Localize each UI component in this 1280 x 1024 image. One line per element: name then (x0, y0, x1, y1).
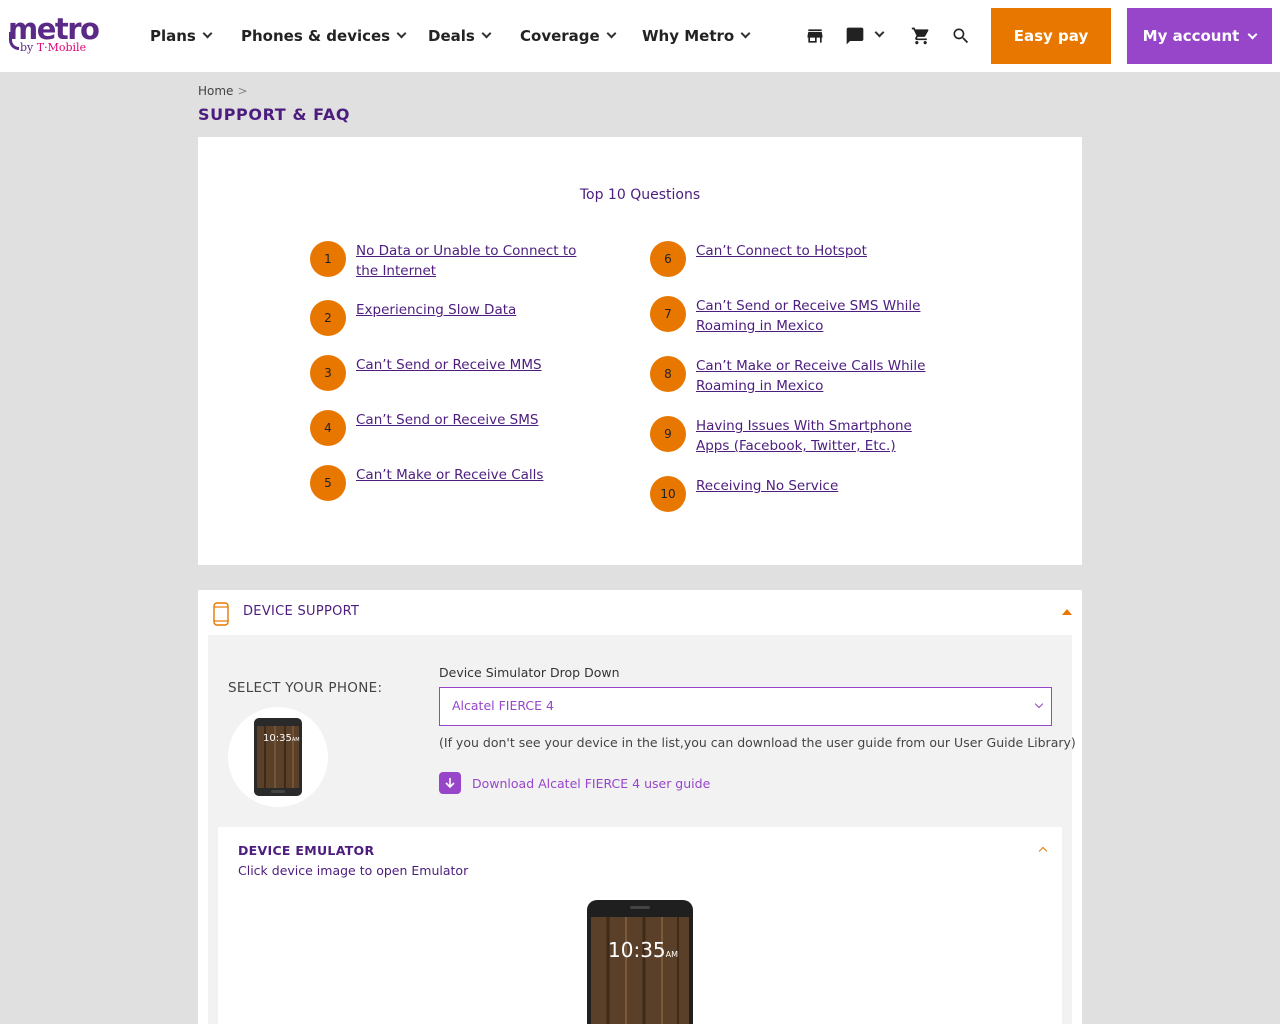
faq-number-badge: 6 (650, 241, 686, 277)
faq-number-badge: 5 (310, 465, 346, 501)
logo-subbrand: by T·Mobile (20, 41, 87, 54)
faq-item-10: 10 Receiving No Service (650, 476, 930, 512)
phone-image: 10:35AM (254, 718, 302, 796)
chevron-down-icon (606, 28, 617, 39)
faq-item-7: 7 Can’t Send or Receive SMS While Roamin… (650, 296, 930, 336)
device-select-dropdown[interactable]: Alcatel FIERCE 4 (439, 687, 1052, 726)
site-header: metro by T·Mobile Plans Phones & devices… (0, 0, 1280, 72)
device-emulator-card: DEVICE EMULATOR Click device image to op… (218, 827, 1062, 1024)
faq-number-badge: 10 (650, 476, 686, 512)
emulator-instruction: Click device image to open Emulator (238, 863, 469, 878)
easy-pay-button[interactable]: Easy pay (991, 8, 1111, 64)
faq-link[interactable]: Can’t Connect to Hotspot (696, 241, 867, 261)
faq-item-1: 1 No Data or Unable to Connect to the In… (310, 241, 590, 281)
page-title: SUPPORT & FAQ (198, 105, 351, 124)
download-icon (439, 772, 461, 794)
emulator-phone-image[interactable]: 10:35AM (586, 899, 694, 1024)
nav-why-metro[interactable]: Why Metro (642, 0, 751, 72)
nav-coverage[interactable]: Coverage (520, 0, 617, 72)
user-guide-note: (If you don't see your device in the lis… (439, 735, 1076, 750)
faq-item-3: 3 Can’t Send or Receive MMS (310, 355, 590, 391)
top-questions-card: Top 10 Questions 1 No Data or Unable to … (198, 137, 1082, 565)
faq-number-badge: 9 (650, 416, 686, 452)
faq-item-9: 9 Having Issues With Smartphone Apps (Fa… (650, 416, 930, 456)
faq-link[interactable]: Can’t Send or Receive SMS (356, 410, 538, 430)
chat-icon[interactable] (845, 26, 865, 46)
chevron-down-icon (202, 28, 213, 39)
faq-number-badge: 7 (650, 296, 686, 332)
my-account-button[interactable]: My account (1127, 8, 1272, 64)
device-support-card: DEVICE SUPPORT SELECT YOUR PHONE: 10:35A… (198, 590, 1082, 1024)
chevron-down-icon (740, 28, 751, 39)
breadcrumb-home[interactable]: Home (198, 84, 233, 98)
faq-number-badge: 3 (310, 355, 346, 391)
nav-deals[interactable]: Deals (428, 0, 492, 72)
chevron-down-icon[interactable] (874, 27, 885, 38)
chevron-down-icon (396, 28, 407, 39)
faq-link[interactable]: Can’t Send or Receive SMS While Roaming … (696, 296, 930, 336)
faq-number-badge: 2 (310, 300, 346, 336)
phone-icon (213, 602, 229, 626)
download-user-guide-link[interactable]: Download Alcatel FIERCE 4 user guide (439, 772, 710, 794)
search-icon[interactable] (951, 26, 971, 46)
faq-link[interactable]: No Data or Unable to Connect to the Inte… (356, 241, 590, 281)
faq-link[interactable]: Having Issues With Smartphone Apps (Face… (696, 416, 930, 456)
chevron-down-icon (1034, 699, 1044, 709)
device-support-title[interactable]: DEVICE SUPPORT (243, 604, 359, 619)
faq-link[interactable]: Can’t Send or Receive MMS (356, 355, 542, 375)
select-phone-label: SELECT YOUR PHONE: (228, 680, 383, 696)
device-emulator-title[interactable]: DEVICE EMULATOR (238, 843, 374, 858)
nav-phones-devices[interactable]: Phones & devices (241, 0, 407, 72)
faq-number-badge: 8 (650, 356, 686, 392)
logo-wordmark: metro (8, 12, 100, 46)
faq-item-4: 4 Can’t Send or Receive SMS (310, 410, 590, 446)
metro-logo[interactable]: metro by T·Mobile (8, 14, 104, 58)
faq-number-badge: 1 (310, 241, 346, 277)
faq-item-2: 2 Experiencing Slow Data (310, 300, 590, 336)
device-support-panel: SELECT YOUR PHONE: 10:35AM Device Simula… (208, 635, 1076, 1024)
faq-link[interactable]: Receiving No Service (696, 476, 838, 496)
cart-icon[interactable] (911, 26, 931, 46)
faq-item-8: 8 Can’t Make or Receive Calls While Roam… (650, 356, 930, 396)
faq-link[interactable]: Can’t Make or Receive Calls While Roamin… (696, 356, 930, 396)
dropdown-label: Device Simulator Drop Down (439, 665, 620, 680)
logo-swoosh-icon (9, 32, 19, 50)
chevron-down-icon (1247, 29, 1258, 39)
dropdown-selected-value: Alcatel FIERCE 4 (452, 698, 554, 713)
faq-item-6: 6 Can’t Connect to Hotspot (650, 241, 930, 277)
store-icon[interactable] (805, 26, 825, 46)
faq-link[interactable]: Can’t Make or Receive Calls (356, 465, 543, 485)
faq-number-badge: 4 (310, 410, 346, 446)
breadcrumb: Home > (198, 84, 248, 98)
faq-item-5: 5 Can’t Make or Receive Calls (310, 465, 590, 501)
collapse-caret-icon[interactable] (1062, 609, 1072, 615)
nav-plans[interactable]: Plans (150, 0, 213, 72)
chevron-down-icon (481, 28, 492, 39)
faq-link[interactable]: Experiencing Slow Data (356, 300, 516, 320)
top-questions-title: Top 10 Questions (579, 187, 701, 203)
selected-phone-thumbnail[interactable]: 10:35AM (228, 707, 328, 807)
chevron-up-icon[interactable] (1038, 846, 1048, 856)
